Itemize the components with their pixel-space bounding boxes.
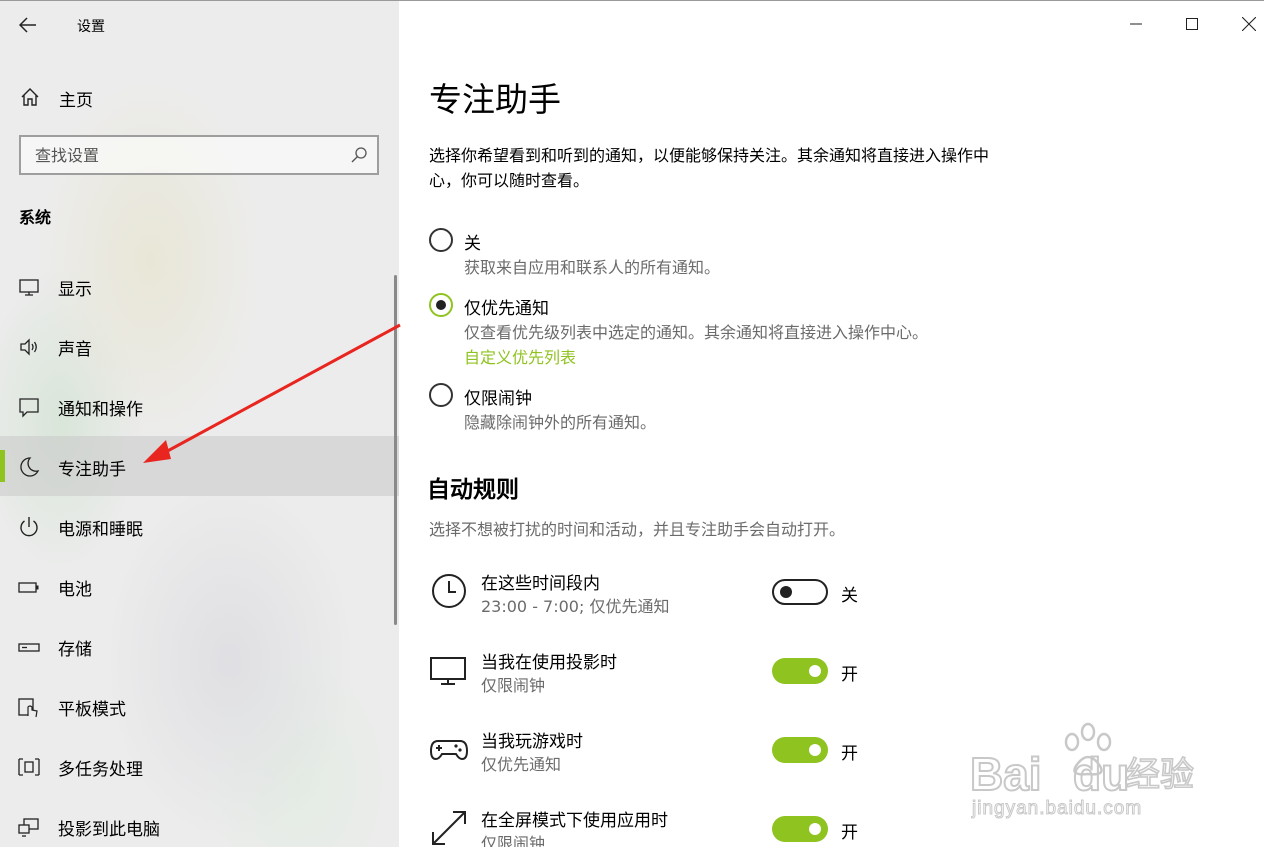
sidebar-item-label: 通知和操作 xyxy=(58,400,143,420)
option-description: 隐藏除闹钟外的所有通知。 xyxy=(464,413,657,432)
sidebar-item-label: 声音 xyxy=(58,340,92,360)
rule-projecting[interactable]: 当我在使用投影时 仅限闹钟 开 xyxy=(429,648,989,708)
sidebar-item-sound[interactable]: 声音 xyxy=(0,316,399,376)
search-box[interactable] xyxy=(19,135,379,175)
toggle-switch[interactable] xyxy=(772,816,828,842)
home-label: 主页 xyxy=(59,91,93,111)
rule-subtitle: 23:00 - 7:00; 仅优先通知 xyxy=(481,597,670,616)
sidebar-item-multitasking[interactable]: 多任务处理 xyxy=(0,736,399,796)
toggle-switch[interactable] xyxy=(772,737,828,763)
moon-icon xyxy=(20,457,40,477)
project-icon xyxy=(18,818,39,837)
rule-title: 当我玩游戏时 xyxy=(481,732,583,752)
main-content: 专注助手 选择你希望看到和听到的通知，以便能够保持关注。其余通知将直接进入操作中… xyxy=(399,0,1264,847)
customize-priority-list-link[interactable]: 自定义优先列表 xyxy=(464,344,576,368)
sidebar-item-label: 电池 xyxy=(58,580,92,600)
radio-button[interactable] xyxy=(429,383,453,407)
power-icon xyxy=(20,517,38,537)
rule-time-range[interactable]: 在这些时间段内 23:00 - 7:00; 仅优先通知 关 xyxy=(429,569,989,629)
sidebar-item-tablet-mode[interactable]: 平板模式 xyxy=(0,676,399,736)
speaker-icon xyxy=(20,338,37,356)
sidebar-item-label: 显示 xyxy=(58,280,92,300)
fullscreen-icon xyxy=(432,811,466,845)
gamepad-icon xyxy=(429,740,469,761)
toggle-switch[interactable] xyxy=(772,658,828,684)
title-bar: 设置 xyxy=(0,1,399,49)
home-icon xyxy=(21,88,39,106)
tablet-icon xyxy=(18,698,38,718)
clock-icon xyxy=(432,574,466,608)
projector-monitor-icon xyxy=(430,657,466,685)
monitor-icon xyxy=(19,279,39,296)
sidebar-item-project-to-pc[interactable]: 投影到此电脑 xyxy=(0,796,399,847)
sidebar-item-storage[interactable]: 存储 xyxy=(0,616,399,676)
rule-subtitle: 仅优先通知 xyxy=(481,755,562,774)
multitask-icon xyxy=(18,758,40,776)
sidebar-item-label: 平板模式 xyxy=(58,700,126,720)
rule-gaming[interactable]: 当我玩游戏时 仅优先通知 开 xyxy=(429,727,989,787)
page-intro: 选择你希望看到和听到的通知，以便能够保持关注。其余通知将直接进入操作中心，你可以… xyxy=(429,146,990,190)
sidebar-item-label: 投影到此电脑 xyxy=(58,820,160,840)
rule-title: 当我在使用投影时 xyxy=(481,653,617,673)
sidebar-item-label: 专注助手 xyxy=(58,460,126,480)
sidebar-item-label: 存储 xyxy=(58,640,92,660)
option-label: 仅限闹钟 xyxy=(464,389,532,409)
rule-fullscreen[interactable]: 在全屏模式下使用应用时 仅限闹钟 开 xyxy=(429,806,989,847)
toggle-state-label: 开 xyxy=(841,665,858,685)
message-icon xyxy=(19,398,39,418)
auto-rules-description: 选择不想被打扰的时间和活动，并且专注助手会自动打开。 xyxy=(429,520,846,539)
storage-icon xyxy=(18,643,40,652)
sidebar-nav: 显示 声音 通知和操作 专注助手 电源和睡眠 电池 存储 平板模式 多任务处理 … xyxy=(0,256,399,847)
page-title: 专注助手 xyxy=(429,80,561,119)
sidebar-item-notifications[interactable]: 通知和操作 xyxy=(0,376,399,436)
battery-icon xyxy=(18,582,39,593)
section-heading: 系统 xyxy=(19,208,52,227)
maximize-button[interactable] xyxy=(1177,9,1207,39)
back-button[interactable] xyxy=(12,9,44,41)
toggle-state-label: 关 xyxy=(841,586,858,606)
sidebar-item-label: 多任务处理 xyxy=(58,760,143,780)
sidebar-item-battery[interactable]: 电池 xyxy=(0,556,399,616)
toggle-state-label: 开 xyxy=(841,823,858,843)
sidebar-item-focus-assist[interactable]: 专注助手 xyxy=(0,436,399,496)
option-description: 仅查看优先级列表中选定的通知。其余通知将直接进入操作中心。 xyxy=(464,323,929,342)
toggle-switch[interactable] xyxy=(772,579,828,605)
sidebar-item-home[interactable]: 主页 xyxy=(0,73,399,121)
close-button[interactable] xyxy=(1234,9,1264,39)
sidebar-item-power[interactable]: 电源和睡眠 xyxy=(0,496,399,556)
option-label: 关 xyxy=(464,234,481,254)
sidebar-item-display[interactable]: 显示 xyxy=(0,256,399,316)
app-title: 设置 xyxy=(77,19,105,35)
back-arrow-icon xyxy=(19,17,36,33)
maximize-icon xyxy=(1186,18,1198,30)
rule-subtitle: 仅限闹钟 xyxy=(481,676,546,695)
close-icon xyxy=(1242,17,1256,31)
radio-button-selected[interactable] xyxy=(429,293,453,317)
sidebar-item-label: 电源和睡眠 xyxy=(58,520,143,540)
rule-title: 在全屏模式下使用应用时 xyxy=(481,811,668,831)
rule-title: 在这些时间段内 xyxy=(481,574,600,594)
minimize-button[interactable] xyxy=(1121,9,1151,39)
radio-button[interactable] xyxy=(429,228,453,252)
search-input[interactable] xyxy=(21,137,341,173)
sidebar: 设置 主页 系统 显示 声音 xyxy=(0,0,399,847)
search-icon[interactable] xyxy=(350,146,368,164)
sidebar-scrollbar[interactable] xyxy=(394,275,397,625)
minimize-icon xyxy=(1130,23,1142,25)
auto-rules-heading: 自动规则 xyxy=(427,477,519,503)
option-description: 获取来自应用和联系人的所有通知。 xyxy=(464,258,721,277)
toggle-state-label: 开 xyxy=(841,744,858,764)
rule-subtitle: 仅限闹钟 xyxy=(481,834,546,847)
option-label: 仅优先通知 xyxy=(464,299,549,319)
